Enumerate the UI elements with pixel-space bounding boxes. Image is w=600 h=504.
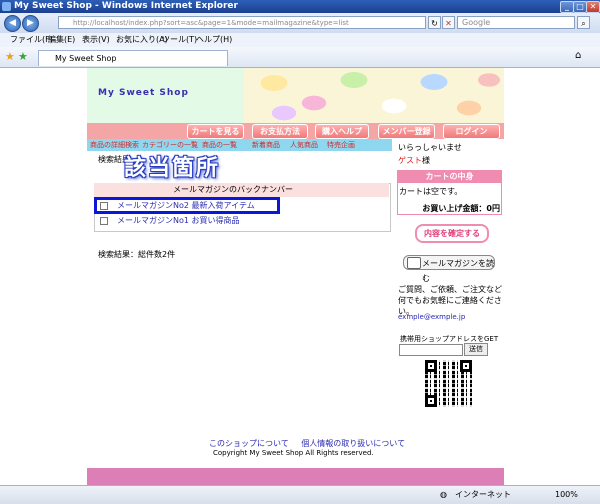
window-title: My Sweet Shop - Windows Internet Explore… — [14, 1, 238, 11]
nav-payment-button[interactable]: お支払方法 — [252, 124, 308, 139]
footer-bar — [87, 468, 504, 485]
qr-finder-icon — [425, 360, 437, 372]
menu-bar: ファイル(F) 編集(E) 表示(V) お気に入り(A) ツール(T) ヘルプ(… — [0, 33, 600, 47]
search-icon[interactable]: ⌕ — [577, 16, 590, 29]
address-toolbar: ◀ ▶ http://localhost/index.php?sort=asc&… — [0, 13, 600, 33]
qr-finder-icon — [460, 360, 472, 372]
forward-icon[interactable]: ▶ — [22, 15, 39, 32]
refresh-icon[interactable]: ↻ — [428, 16, 441, 29]
cat-new-products[interactable]: 新着商品 — [252, 139, 280, 151]
home-icon[interactable]: ⌂ — [575, 50, 581, 61]
security-zone: インターネット — [455, 490, 511, 499]
qr-finder-icon — [425, 395, 437, 407]
confirm-button[interactable]: 内容を確定する — [415, 224, 489, 243]
menu-edit[interactable]: 編集(E) — [48, 33, 75, 47]
window-titlebar: My Sweet Shop - Windows Internet Explore… — [0, 0, 600, 13]
footer-link-about[interactable]: このショップについて — [209, 439, 289, 448]
header-candy-image — [244, 68, 504, 123]
menu-favorites[interactable]: お気に入り(A) — [116, 33, 168, 47]
close-icon[interactable]: ✕ — [586, 1, 600, 13]
minimize-icon[interactable]: _ — [560, 1, 574, 13]
status-bar: ◍ インターネット 100% — [0, 485, 600, 504]
maximize-icon[interactable]: □ — [573, 1, 587, 13]
cart-empty-text: カートは空です。 — [399, 187, 463, 196]
nav-help-button[interactable]: 購入ヘルプ — [315, 124, 369, 139]
checkbox-icon[interactable] — [100, 217, 108, 225]
favorites-bar: ★ ★ My Sweet Shop ⌂ — [0, 47, 600, 68]
add-favorites-icon[interactable]: ★ — [18, 50, 28, 63]
welcome-text: いらっしゃいませ — [398, 143, 462, 152]
guest-suffix: 様 — [422, 156, 430, 165]
cat-popular[interactable]: 人気商品 — [290, 139, 318, 151]
stop-icon[interactable]: ✕ — [442, 16, 455, 29]
mobile-email-input[interactable] — [399, 344, 463, 356]
contact-email-link[interactable]: exmple@exmple.jp — [398, 313, 465, 321]
menu-view[interactable]: 表示(V) — [82, 33, 110, 47]
mail-icon — [407, 257, 421, 269]
globe-icon: ◍ — [440, 490, 447, 499]
cart-total: お買い上げ金額：0円 — [422, 204, 500, 213]
cat-special[interactable]: 特売企画 — [327, 139, 355, 151]
ie-icon — [2, 2, 11, 11]
tab-my-sweet-shop[interactable]: My Sweet Shop — [38, 50, 228, 66]
search-result-count: 検索結果：総件数2件 — [98, 250, 176, 259]
guest-name: ゲスト — [398, 156, 422, 165]
back-icon[interactable]: ◀ — [4, 15, 21, 32]
menu-help[interactable]: ヘルプ(H) — [196, 33, 232, 47]
copyright: Copyright My Sweet Shop All Rights reser… — [213, 449, 374, 457]
send-button[interactable]: 送信 — [464, 343, 488, 356]
footer-link-privacy[interactable]: 個人情報の取り扱いについて — [301, 439, 405, 448]
nav-login-button[interactable]: ログイン — [443, 124, 500, 139]
menu-file[interactable]: ファイル(F) — [10, 33, 53, 47]
shop-title: My Sweet Shop — [98, 88, 189, 98]
menu-tools[interactable]: ツール(T) — [162, 33, 197, 47]
cart-title: カートの中身 — [397, 170, 502, 183]
zoom-level[interactable]: 100% — [555, 486, 578, 504]
footer-links: このショップについて 個人情報の取り扱いについて — [209, 438, 415, 449]
nav-cart-button[interactable]: カートを見る — [187, 124, 244, 139]
nav-register-button[interactable]: メンバー登録 — [378, 124, 435, 139]
highlight-box — [94, 197, 280, 214]
search-input[interactable]: Google — [457, 16, 575, 29]
address-input[interactable]: http://localhost/index.php?sort=asc&page… — [58, 16, 426, 29]
magazine-header: メールマガジンのバックナンバー — [94, 183, 389, 197]
guest-greeting: ゲスト様 — [398, 155, 430, 166]
annotation-label: 該当箇所 — [124, 156, 221, 181]
magazine-item[interactable]: メールマガジンNo1 お買い得商品 — [95, 214, 385, 228]
favorites-star-icon[interactable]: ★ — [5, 50, 15, 63]
